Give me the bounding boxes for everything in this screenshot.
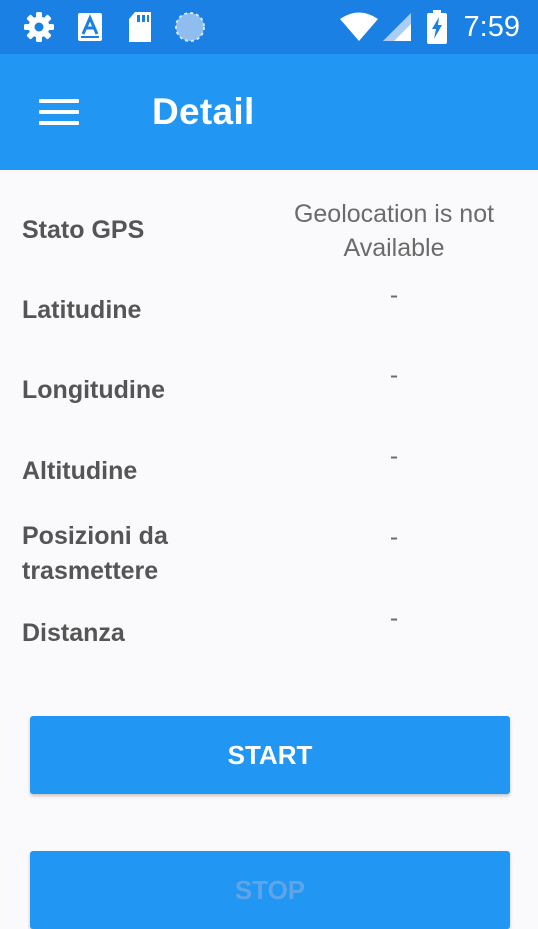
label-latitudine: Latitudine [22, 296, 142, 324]
label-altitudine: Altitudine [22, 457, 138, 485]
app-bar: Detail [0, 54, 538, 170]
value-posizioni-da-trasmettere: - [389, 523, 399, 551]
gear-icon [22, 11, 56, 43]
start-button[interactable]: START [30, 716, 510, 794]
label-posizioni-da-trasmettere: Posizioni da trasmettere [22, 522, 168, 585]
status-time: 7:59 [463, 11, 520, 43]
circle-icon [174, 11, 206, 43]
value-latitudine: - [389, 281, 399, 309]
hamburger-menu-icon[interactable] [28, 86, 90, 138]
battery-charging-icon [426, 10, 448, 44]
status-bar: 7:59 [0, 0, 538, 54]
label-distanza: Distanza [22, 619, 125, 647]
label-stato-gps: Stato GPS [22, 216, 145, 244]
value-stato-gps: Geolocation is not Available [293, 200, 495, 262]
value-longitudine: - [389, 361, 399, 389]
value-distanza: - [389, 604, 399, 632]
signal-icon [382, 11, 412, 43]
wifi-icon [339, 11, 379, 43]
page-title: Detail [152, 91, 255, 132]
font-a-icon [76, 11, 104, 43]
stop-button[interactable]: STOP [30, 851, 510, 929]
label-longitudine: Longitudine [22, 376, 166, 404]
sd-card-icon [126, 11, 154, 43]
value-altitudine: - [389, 442, 399, 470]
